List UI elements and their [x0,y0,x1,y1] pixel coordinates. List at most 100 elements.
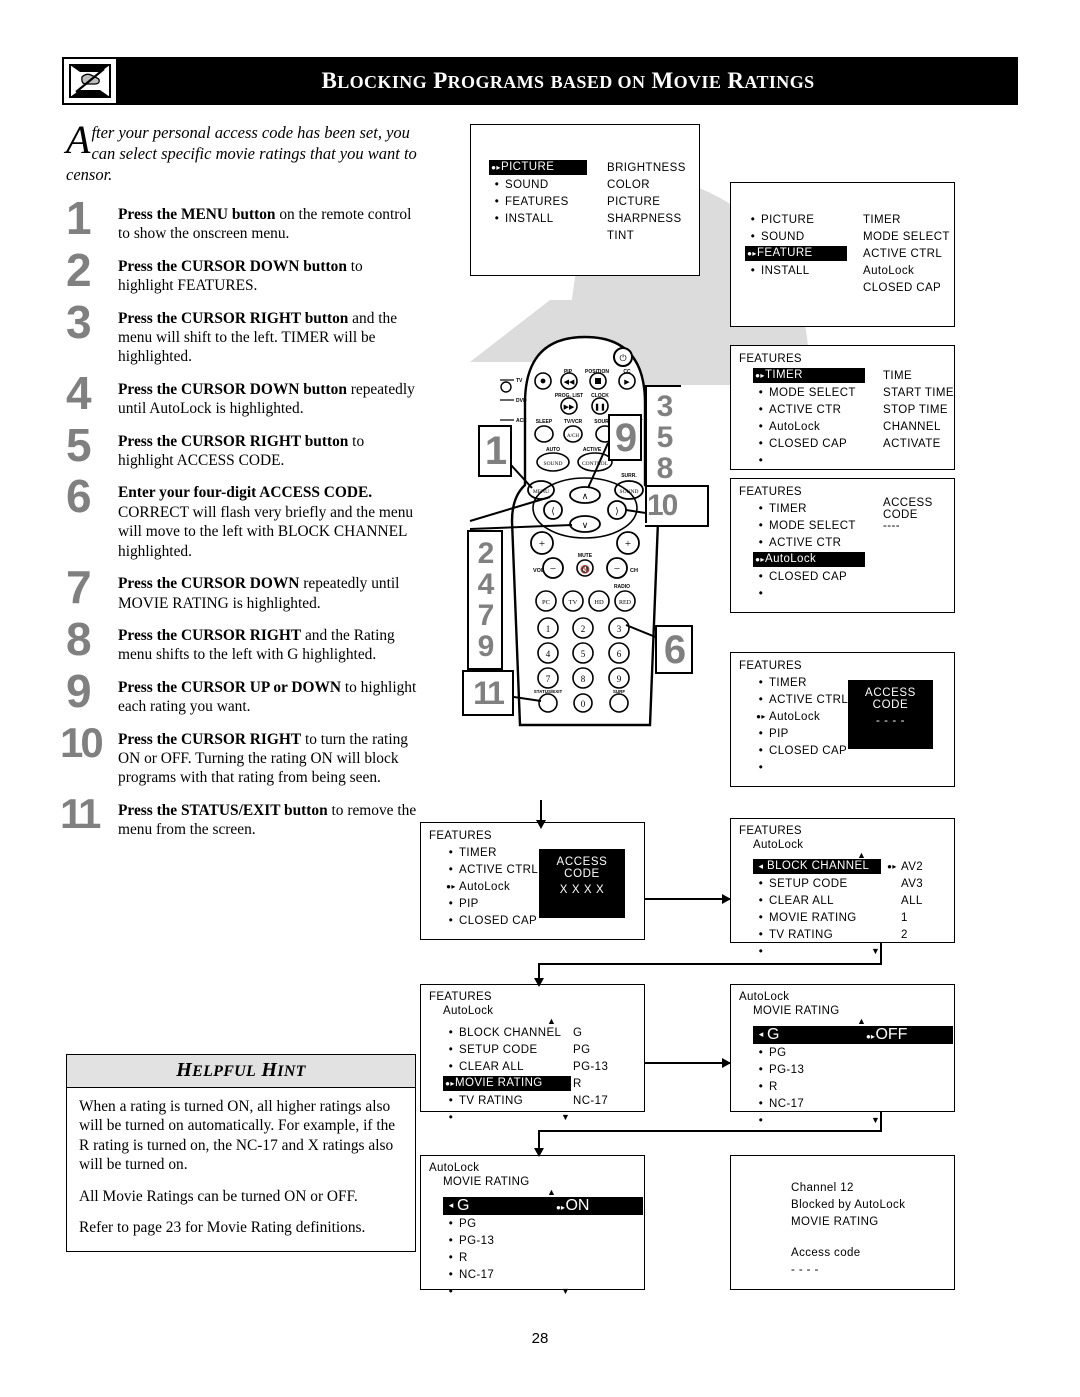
svg-text:+: + [625,538,631,550]
step-number: 10 [60,718,104,766]
osd-item-label: R [769,1080,778,1093]
step-number: 2 [66,243,92,296]
callout-number: 6 [663,627,686,672]
callout-steps-2-4-7-9: 2 4 7 9 [467,530,503,670]
osd-item-label: FEATURES [505,195,569,208]
osd-right-label: SHARPNESS [607,212,682,225]
osd-screen-title: AutoLock [739,991,790,1003]
step-item: 11 Press the STATUS/EXIT button to remov… [60,790,418,840]
svg-text:AUTO: AUTO [546,447,560,453]
connector-arrow-right-icon [722,1058,731,1068]
intro-text: fter your personal access code has been … [66,123,417,184]
callout-number: 5 [656,420,674,454]
svg-text:−: − [614,563,620,575]
osd-right-label: PICTURE [607,195,661,208]
step-item: 4 Press the CURSOR DOWN button repeatedl… [66,370,418,419]
step-item: 3 Press the CURSOR RIGHT button and the … [66,299,418,367]
intro-paragraph: After your personal access code has been… [66,120,418,185]
osd-access-code-empty-menu: FEATURES • TIMER • ACTIVE CTRL ●▸ AutoLock … [730,652,955,787]
access-code-label: Access code [791,1247,861,1259]
osd-right-label: ---- [883,519,900,532]
step-bold-text: Press the CURSOR DOWN button [118,380,347,398]
svg-text:VOL: VOL [533,568,545,574]
helpful-hint-title: HELPFUL HINT [176,1059,306,1081]
connector-line [540,800,542,822]
svg-text:RED: RED [619,600,632,606]
svg-text:CONTROL: CONTROL [582,461,609,467]
osd-value-label: ON [565,1196,590,1214]
access-code-value: - - - - [791,1264,819,1276]
osd-item-label: SOUND [505,178,549,191]
osd-right-label: 2 [901,928,908,941]
osd-item-label: NC-17 [459,1268,495,1281]
osd-item-label: MOVIE RATING [769,911,857,924]
callout-number: 11 [473,675,505,711]
osd-item-label: PIP [769,727,789,740]
step-number: 8 [66,612,92,665]
callout-step-9: 9 [608,414,642,461]
svg-text:4: 4 [546,649,551,659]
helpful-hint-body: When a rating is turned ON, all higher r… [67,1088,415,1251]
osd-screen-subtitle: AutoLock [443,1005,494,1017]
osd-item-label: TV RATING [459,1094,524,1107]
svg-text:PC: PC [542,599,550,606]
osd-movie-rating-off-menu: AutoLock MOVIE RATING ▲ ◂ G ●▸OFF • PG • PG-… [730,984,955,1127]
osd-right-label: CHANNEL [883,420,941,433]
osd-movie-rating-on-menu: AutoLock MOVIE RATING ▲ ◂ G ●▸ON • PG • PG-1… [420,1155,645,1298]
osd-screen-subtitle: AutoLock [753,839,804,851]
connector-line [880,943,882,965]
callout-number: 9 [477,630,495,663]
osd-item-label: AutoLock [765,553,817,565]
osd-movie-rating-select-menu: FEATURES AutoLock ▲ • BLOCK CHANNEL G • SET… [420,984,645,1124]
step-bold-text: Press the CURSOR DOWN button [118,257,347,275]
callout-number: 10 [647,489,678,522]
svg-text:−: − [550,563,556,575]
step-item: 8 Press the CURSOR RIGHT and the Rating … [66,616,418,665]
step-number: 6 [66,470,92,523]
callout-step-10: 10 [645,485,709,527]
hint-paragraph: All Movie Ratings can be turned ON or OF… [79,1187,358,1205]
svg-text:⟩: ⟩ [615,506,619,516]
svg-text:⏻: ⏻ [619,353,626,363]
osd-item-label: MODE SELECT [769,386,856,399]
step-bold-text: Enter your four-digit ACCESS CODE. [118,484,373,502]
osd-right-label: MODE SELECT [863,230,950,243]
svg-text:◀◀: ◀◀ [564,378,575,386]
callout-step-6: 6 [655,625,693,674]
step-item: 6 Enter your four-digit ACCESS CODE. COR… [66,473,418,561]
osd-item-label: R [459,1251,468,1264]
connector-line [538,1130,882,1132]
step-number: 4 [66,366,92,419]
osd-right-label: PG [573,1043,591,1056]
svg-text:0: 0 [581,699,586,709]
access-code-panel-title: ACCESS CODE [556,856,608,880]
svg-text:2: 2 [581,624,586,634]
blocked-line: Blocked by AutoLock [791,1199,906,1211]
step-bold-text: Press the CURSOR RIGHT button [118,309,349,327]
osd-item-label: BLOCK CHANNEL [459,1026,562,1039]
osd-item-label: TIMER [769,676,807,689]
osd-item-label: ACTIVE CTR [769,403,842,416]
osd-item-label: CLOSED CAP [459,914,538,927]
svg-text:A/CH: A/CH [567,434,579,439]
osd-features-timer-menu: FEATURES ●▸ TIMER TIME • MODE SELECT START T… [730,345,955,470]
connector-line [645,898,730,900]
access-code-panel-value: - - - - [875,715,906,727]
osd-screen-subtitle: MOVIE RATING [753,1005,840,1017]
connector-arrow-down-icon [536,820,546,829]
svg-text:3: 3 [617,624,622,634]
step-rest-text: CORRECT will flash very briefly and the … [118,503,414,560]
osd-item-label: PICTURE [501,161,555,173]
osd-item-label: G [767,1025,780,1043]
osd-item-label: TIMER [459,846,497,859]
osd-features-autolock-menu: FEATURES • TIMER ACCESS CODE • MODE SELECT -… [730,478,955,613]
scroll-down-arrow-icon: ▼ [871,1115,881,1125]
osd-right-label: ACCESS CODE [883,496,933,521]
step-bold-text: Press the CURSOR RIGHT button [118,432,349,450]
osd-item-label: ACTIVE CTR [769,536,842,549]
connector-arrow-down-icon [534,978,544,987]
connector-line [538,1130,540,1150]
callout-number: 3 [656,389,674,423]
osd-item-label: NC-17 [769,1097,805,1110]
osd-item-label: CLOSED CAP [769,437,848,450]
